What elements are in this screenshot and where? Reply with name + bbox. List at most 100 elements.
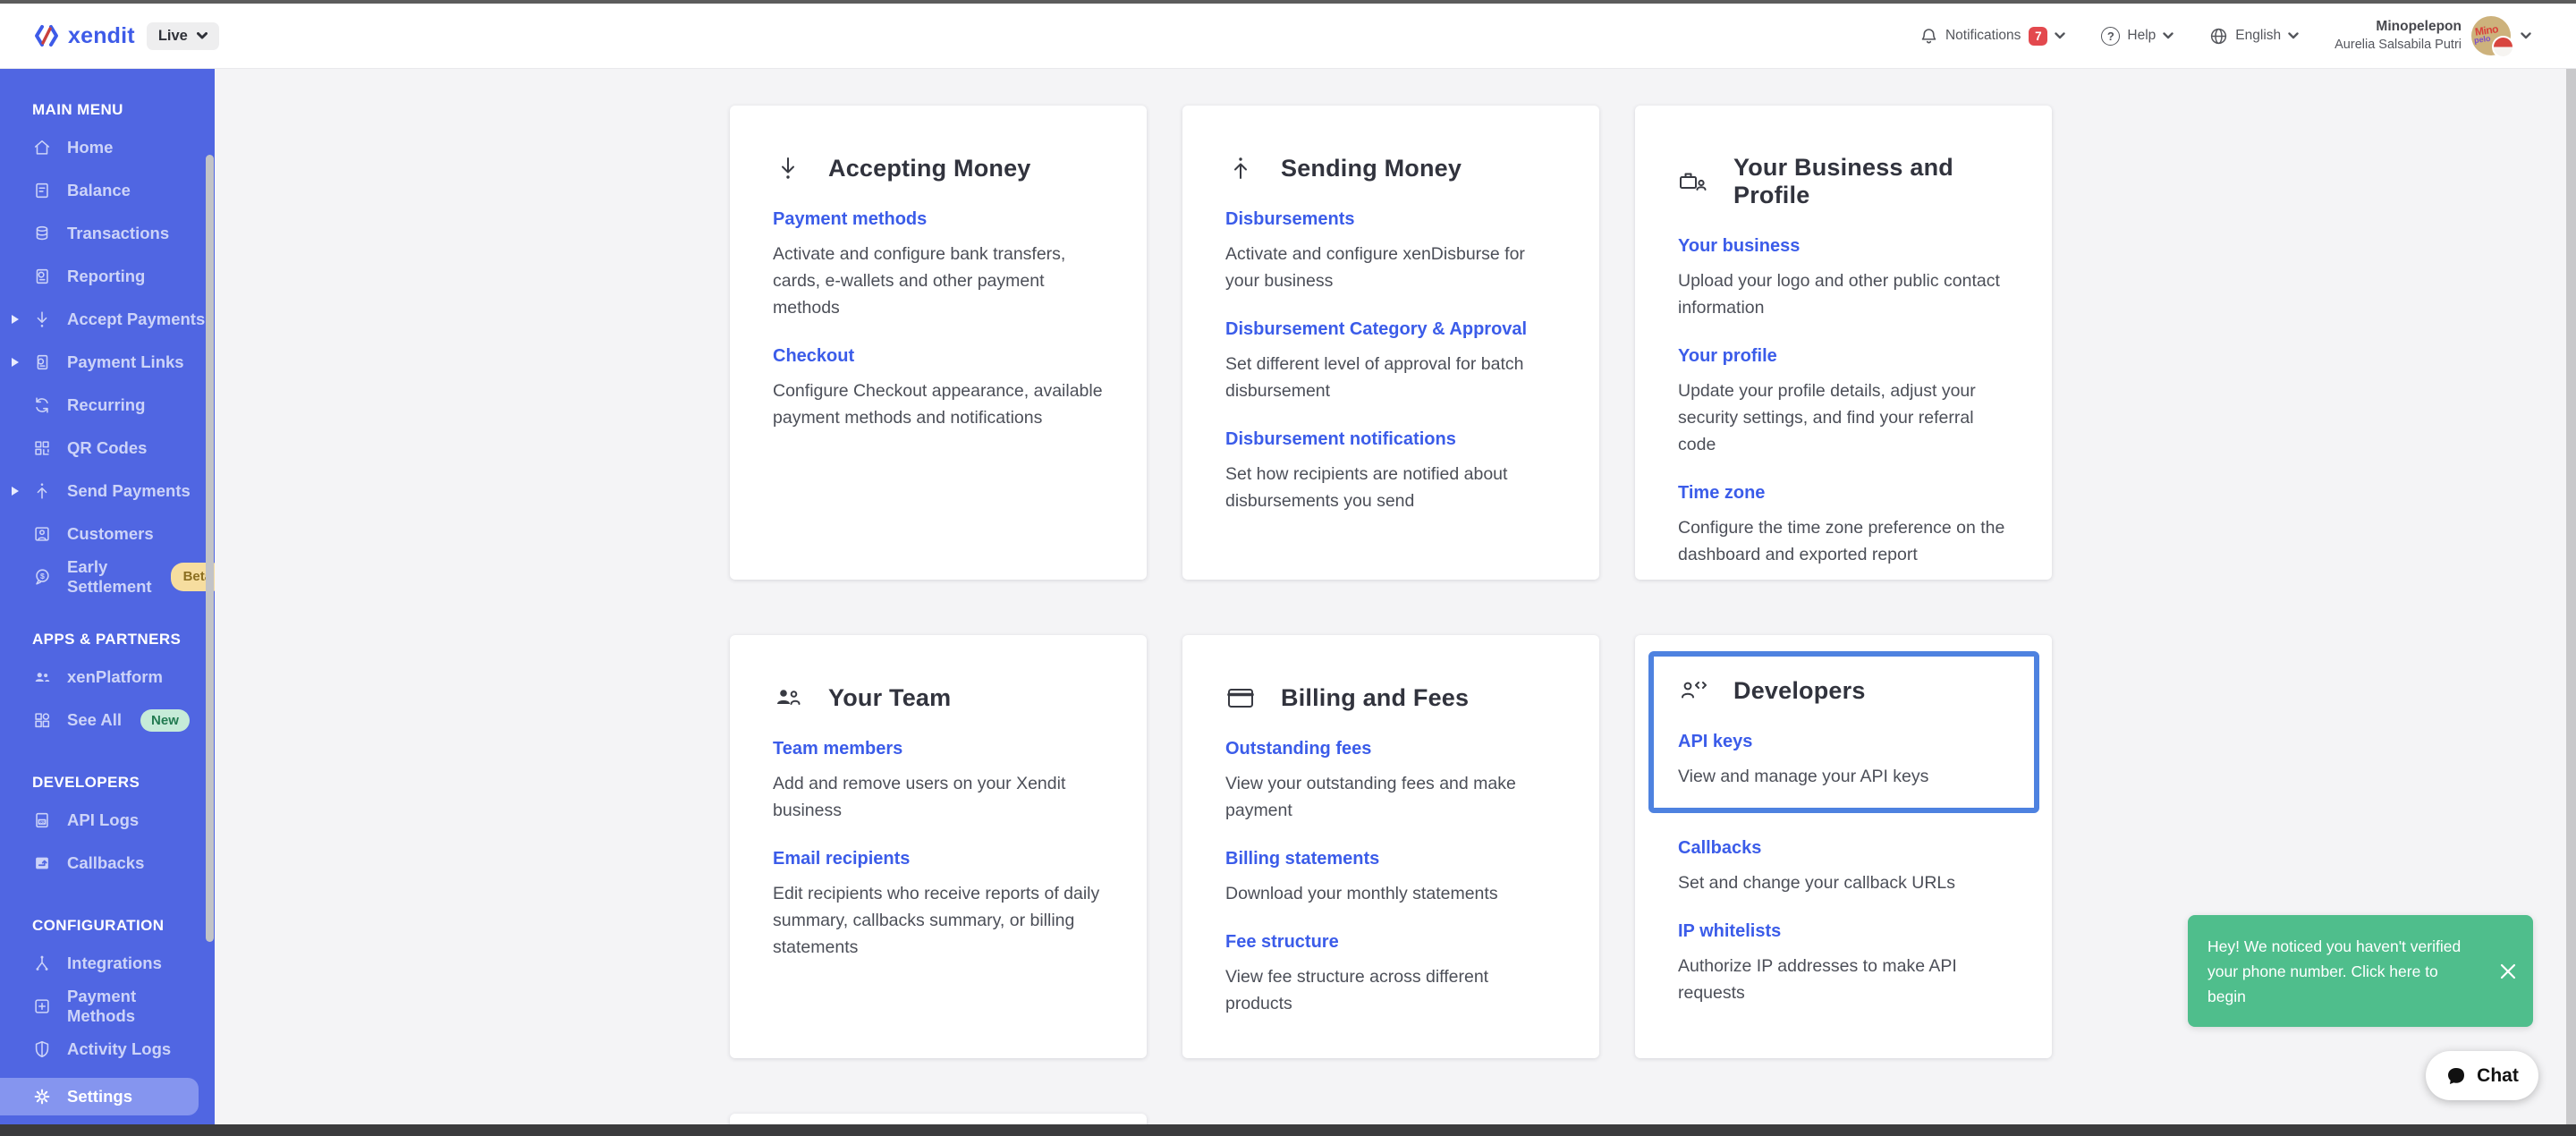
early-settlement-icon: $ bbox=[32, 567, 52, 587]
link-email-recipients[interactable]: Email recipients bbox=[773, 849, 1104, 869]
expand-arrow-icon[interactable] bbox=[12, 315, 19, 324]
card-sending-money: Sending Money Disbursements Activate and… bbox=[1182, 106, 1599, 580]
help-icon: ? bbox=[2101, 26, 2121, 46]
plus-square-icon bbox=[32, 996, 52, 1016]
window-bottom-edge bbox=[0, 1124, 2576, 1136]
close-icon[interactable] bbox=[2499, 962, 2517, 980]
arrow-down-icon bbox=[32, 309, 52, 329]
sidebar-item-see-all[interactable]: See All New bbox=[0, 699, 215, 742]
xendit-logo[interactable]: xendit bbox=[33, 22, 135, 49]
avatar[interactable]: Mino pelo bbox=[2471, 16, 2514, 58]
link-team-members[interactable]: Team members bbox=[773, 739, 1104, 759]
link-description: Upload your logo and other public contac… bbox=[1678, 271, 2000, 318]
link-description: Activate and configure bank transfers, c… bbox=[773, 244, 1066, 318]
new-badge: New bbox=[140, 708, 190, 732]
sidebar-item-payment-methods[interactable]: Payment Methods bbox=[0, 985, 215, 1028]
bell-icon bbox=[1921, 29, 1936, 44]
environment-switcher[interactable]: Live bbox=[146, 21, 219, 50]
link-billing-statements[interactable]: Billing statements bbox=[1225, 849, 1556, 869]
card-billing-fees: Billing and Fees Outstanding fees View y… bbox=[1182, 635, 1599, 1058]
recurring-icon bbox=[32, 395, 52, 415]
gear-icon bbox=[32, 1087, 52, 1106]
chat-bubble-icon bbox=[2448, 1067, 2465, 1084]
link-description: Authorize IP addresses to make API reque… bbox=[1678, 956, 1957, 1003]
notifications-menu[interactable]: Notifications 7 bbox=[1919, 26, 2066, 46]
arrow-up-icon bbox=[32, 481, 52, 501]
language-menu[interactable]: English bbox=[2209, 27, 2299, 46]
sidebar-item-transactions[interactable]: Transactions bbox=[0, 212, 215, 255]
apps-grid-icon bbox=[32, 710, 52, 730]
sidebar-scrollbar[interactable] bbox=[206, 155, 214, 942]
user-menu[interactable]: Minopelepon Aurelia Salsabila Putri Mino… bbox=[2334, 16, 2531, 58]
user-business-name: Aurelia Salsabila Putri bbox=[2334, 37, 2462, 52]
card-title: Your Team bbox=[828, 683, 952, 711]
link-description: Set different level of approval for batc… bbox=[1225, 354, 1524, 401]
link-description: Edit recipients who receive reports of d… bbox=[773, 884, 1100, 957]
sidebar-item-xenplatform[interactable]: xenPlatform bbox=[0, 656, 215, 699]
sidebar-item-settings[interactable]: Settings bbox=[0, 1078, 199, 1115]
integrations-icon bbox=[32, 954, 52, 973]
card-accepting-money: Accepting Money Payment methods Activate… bbox=[730, 106, 1147, 580]
chevron-down-icon bbox=[2163, 32, 2174, 39]
sidebar-item-customers[interactable]: Customers bbox=[0, 513, 215, 555]
sidebar-item-balance[interactable]: Balance bbox=[0, 169, 215, 212]
link-fee-structure[interactable]: Fee structure bbox=[1225, 932, 1556, 953]
sidebar-item-accept-payments[interactable]: Accept Payments bbox=[0, 298, 215, 341]
chat-button[interactable]: Chat bbox=[2426, 1051, 2538, 1100]
arrow-down-icon bbox=[773, 154, 803, 182]
indonesia-flag-icon bbox=[2492, 36, 2514, 58]
help-menu[interactable]: ? Help bbox=[2101, 26, 2174, 46]
home-icon bbox=[32, 138, 52, 157]
link-checkout[interactable]: Checkout bbox=[773, 346, 1104, 367]
sidebar-item-recurring[interactable]: Recurring bbox=[0, 384, 215, 427]
link-outstanding-fees[interactable]: Outstanding fees bbox=[1225, 739, 1556, 759]
sidebar-item-reporting[interactable]: Reporting bbox=[0, 255, 215, 298]
sidebar-item-api-logs[interactable]: LOG API Logs bbox=[0, 799, 215, 842]
link-callbacks[interactable]: Callbacks bbox=[1678, 838, 2009, 859]
sidebar-item-qr-codes[interactable]: QR Codes bbox=[0, 427, 215, 470]
link-disbursement-notifications[interactable]: Disbursement notifications bbox=[1225, 429, 1556, 450]
link-your-profile[interactable]: Your profile bbox=[1678, 346, 2009, 367]
link-your-business[interactable]: Your business bbox=[1678, 236, 2009, 257]
link-disbursements[interactable]: Disbursements bbox=[1225, 209, 1556, 230]
expand-arrow-icon[interactable] bbox=[12, 358, 19, 367]
link-api-keys[interactable]: API keys bbox=[1678, 732, 2016, 752]
link-description: Activate and configure xenDisburse for y… bbox=[1225, 244, 1525, 291]
api-logs-icon: LOG bbox=[32, 810, 52, 830]
sidebar-section-configuration: CONFIGURATION bbox=[32, 917, 165, 934]
sidebar-item-integrations[interactable]: Integrations bbox=[0, 942, 215, 985]
link-payment-methods[interactable]: Payment methods bbox=[773, 209, 1104, 230]
svg-text:LOG: LOG bbox=[38, 820, 46, 824]
sidebar-item-early-settlement[interactable]: $ Early Settlement Beta bbox=[0, 555, 215, 598]
coin-stack-icon bbox=[32, 224, 52, 243]
card-business-profile: Your Business and Profile Your business … bbox=[1635, 106, 2052, 580]
card-title: Sending Money bbox=[1281, 154, 1462, 182]
sidebar: MAIN MENU Home Balance Transactions Repo… bbox=[0, 69, 215, 1136]
settings-card-grid: Accepting Money Payment methods Activate… bbox=[730, 106, 2052, 1136]
page-scrollbar[interactable] bbox=[2566, 69, 2576, 1136]
link-description: Set how recipients are notified about di… bbox=[1225, 464, 1508, 511]
sidebar-item-payment-links[interactable]: Payment Links bbox=[0, 341, 215, 384]
sidebar-item-activity-logs[interactable]: Activity Logs bbox=[0, 1028, 215, 1071]
link-ip-whitelists[interactable]: IP whitelists bbox=[1678, 921, 2009, 942]
link-description: Configure the time zone preference on th… bbox=[1678, 518, 2005, 564]
link-disbursement-category[interactable]: Disbursement Category & Approval bbox=[1225, 319, 1556, 340]
xendit-logo-icon bbox=[35, 25, 58, 47]
report-icon bbox=[32, 267, 52, 286]
card-title: Developers bbox=[1733, 676, 1866, 704]
notifications-count-badge: 7 bbox=[2029, 26, 2048, 46]
link-description: Configure Checkout appearance, available… bbox=[773, 381, 1103, 428]
credit-card-icon bbox=[1225, 683, 1256, 712]
sidebar-item-send-payments[interactable]: Send Payments bbox=[0, 470, 215, 513]
team-icon bbox=[773, 683, 803, 712]
notifications-label: Notifications bbox=[1945, 28, 2021, 43]
phone-verification-toast[interactable]: Hey! We noticed you haven't verified you… bbox=[2188, 915, 2533, 1027]
link-time-zone[interactable]: Time zone bbox=[1678, 483, 2009, 504]
expand-arrow-icon[interactable] bbox=[12, 487, 19, 496]
sidebar-item-home[interactable]: Home bbox=[0, 126, 215, 169]
globe-icon bbox=[2211, 28, 2227, 44]
sidebar-item-callbacks[interactable]: Callbacks bbox=[0, 842, 215, 885]
help-label: Help bbox=[2127, 28, 2157, 43]
document-icon bbox=[32, 181, 52, 200]
toast-message[interactable]: Hey! We noticed you haven't verified you… bbox=[2207, 934, 2476, 1009]
